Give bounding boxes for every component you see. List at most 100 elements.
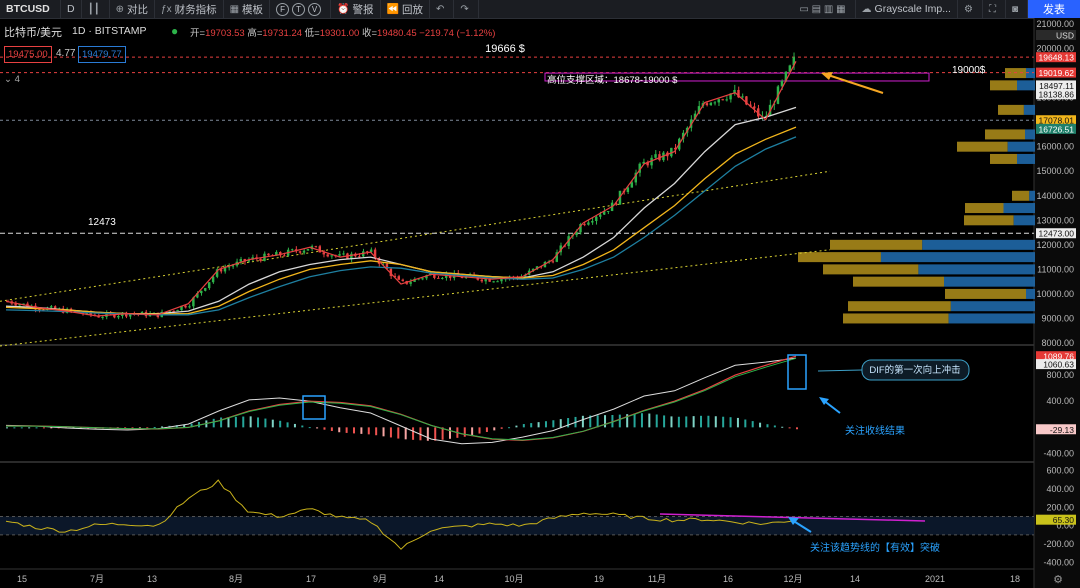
snapshot-button[interactable]: ◙ xyxy=(1006,0,1028,18)
candle-body xyxy=(587,222,590,225)
v-circle-icon[interactable]: V xyxy=(308,2,322,16)
macd-histogram-bar xyxy=(663,415,666,428)
volume-profile-bar-gold xyxy=(823,264,919,275)
chart-canvas[interactable]: 19666 $ 12473 19000$ 高位支撑区域：18678-19000 $ 21… xyxy=(0,18,1080,588)
candle-body xyxy=(184,305,187,308)
cci-tick-label: 200.00 xyxy=(1046,502,1074,512)
compare-button[interactable]: ⊕ 对比 xyxy=(110,0,156,18)
macd-histogram-bar xyxy=(655,414,658,428)
volume-profile-bar-gold xyxy=(964,215,1014,226)
macd-histogram-bar xyxy=(6,427,8,429)
candle-body xyxy=(200,290,203,294)
macd-histogram-bar xyxy=(338,427,341,433)
candle-body xyxy=(239,259,242,262)
axis-settings-gear-icon: ⚙ xyxy=(1053,574,1063,586)
replay-button[interactable]: ⏪ 回放 xyxy=(381,0,430,18)
indicator-collapse[interactable]: ⌄ 4 xyxy=(4,74,20,85)
price-tick-label: 13000.00 xyxy=(1036,215,1074,225)
candle-body xyxy=(49,306,53,308)
macd-histogram-bar xyxy=(389,427,392,438)
candle-body xyxy=(322,252,325,255)
financials-buttons[interactable]: F T V xyxy=(270,0,332,18)
price-tick-label: 12000.00 xyxy=(1036,240,1074,250)
volume-profile-bar-gold xyxy=(853,276,944,287)
macd-histogram-bar xyxy=(707,415,710,428)
macd-histogram-bar xyxy=(412,427,415,440)
macd-histogram-bar xyxy=(722,416,725,428)
macd-histogram-bar xyxy=(618,414,621,428)
template-icon: ▦ xyxy=(229,3,240,15)
volume-profile-bar-blue xyxy=(1007,141,1035,152)
macd-histogram-bar xyxy=(220,417,223,428)
candle-body xyxy=(709,102,713,106)
chart-type-button[interactable]: ┃┃ xyxy=(82,0,110,18)
candle-body xyxy=(492,281,495,283)
indicator-search[interactable]: ☁ Grayscale Imp... xyxy=(856,0,958,18)
candle-body xyxy=(283,255,286,257)
fullscreen-button[interactable]: ⛶ xyxy=(983,0,1006,18)
redo-button[interactable]: ↷ xyxy=(454,0,479,18)
gear-icon: ⚙ xyxy=(963,3,973,15)
undo-button[interactable]: ↶ xyxy=(430,0,455,18)
price-tick-label: 11000.00 xyxy=(1037,264,1074,274)
macd-histogram-bar xyxy=(552,420,555,428)
price-tag-label: USD xyxy=(1056,31,1074,41)
templates-button[interactable]: ▦ 模板 xyxy=(224,0,271,18)
settings-button[interactable]: ⚙ xyxy=(958,0,983,18)
candle-body xyxy=(705,103,709,106)
volume-profile-bar-blue xyxy=(1023,104,1035,115)
ma-teal-line xyxy=(5,136,797,316)
volume-profile-bar-gold xyxy=(798,252,881,263)
macd-histogram-bar xyxy=(500,427,503,429)
ask-box[interactable]: 19479.77 xyxy=(78,46,126,63)
candle-body xyxy=(188,306,191,308)
macd-histogram-bar xyxy=(744,419,747,428)
interval-selector[interactable]: D xyxy=(61,0,82,18)
volume-profile-bar-blue xyxy=(880,252,1035,263)
low-value: 19301.00 xyxy=(319,28,360,39)
fullscreen-icon: ⛶ xyxy=(988,3,996,15)
macd-tag-label: -29.13 xyxy=(1050,425,1074,435)
candle-body xyxy=(654,154,657,158)
macd-histogram-bar xyxy=(404,427,407,440)
macd-histogram-bar xyxy=(382,427,385,437)
macd-histogram-bar xyxy=(13,427,16,429)
candle-body xyxy=(342,253,345,255)
symbol-search[interactable]: BTCUSD xyxy=(0,0,61,18)
macd-histogram-bar xyxy=(648,413,651,428)
candle-body xyxy=(437,277,440,279)
macd-histogram-bar xyxy=(537,422,540,428)
close-value: 19480.45 −219.74 (−1.12%) xyxy=(377,28,496,39)
t-circle-icon[interactable]: T xyxy=(292,2,306,16)
candle-body xyxy=(219,269,223,272)
undo-icon: ↶ xyxy=(435,3,445,15)
volume-profile-bar-blue xyxy=(950,301,1035,312)
macd-histogram-bar xyxy=(522,424,525,428)
publish-button[interactable]: 发表 xyxy=(1028,0,1080,18)
time-tick-label: 14 xyxy=(434,574,444,584)
volume-profile-bar-gold xyxy=(985,129,1025,140)
macd-histogram-bar xyxy=(766,424,769,428)
candle-body xyxy=(259,258,262,261)
macd-histogram-bar xyxy=(367,427,370,435)
candle-body xyxy=(207,282,211,289)
volume-profile-bar-blue xyxy=(1025,129,1035,140)
cci-tick-label: 600.00 xyxy=(1046,466,1074,476)
macd-histogram-bar xyxy=(227,417,230,428)
time-tick-label: 8月 xyxy=(229,574,243,584)
replay-label: 回放 xyxy=(401,3,423,16)
candle-body xyxy=(583,224,586,226)
volume-profile-bar-blue xyxy=(948,313,1035,324)
trend-line-lower xyxy=(0,249,831,347)
volume-profile-bar-gold xyxy=(990,153,1017,164)
f-circle-icon[interactable]: F xyxy=(276,2,290,16)
volume-profile-bar-gold xyxy=(998,104,1024,115)
bid-box[interactable]: 19475.00 xyxy=(4,46,52,63)
fx-icon: ƒx xyxy=(161,3,172,15)
macd-histogram-bar xyxy=(426,427,429,441)
indicators-button[interactable]: ƒx 财务指标 xyxy=(155,0,224,18)
macd-histogram-bar xyxy=(530,423,533,428)
cci-note-text: 关注该趋势线的【有效】突破 xyxy=(810,541,940,554)
alert-button[interactable]: ⏰ 警报 xyxy=(331,0,381,18)
layout-buttons[interactable]: ▭ ▤ ▥ ▦ xyxy=(793,0,856,18)
